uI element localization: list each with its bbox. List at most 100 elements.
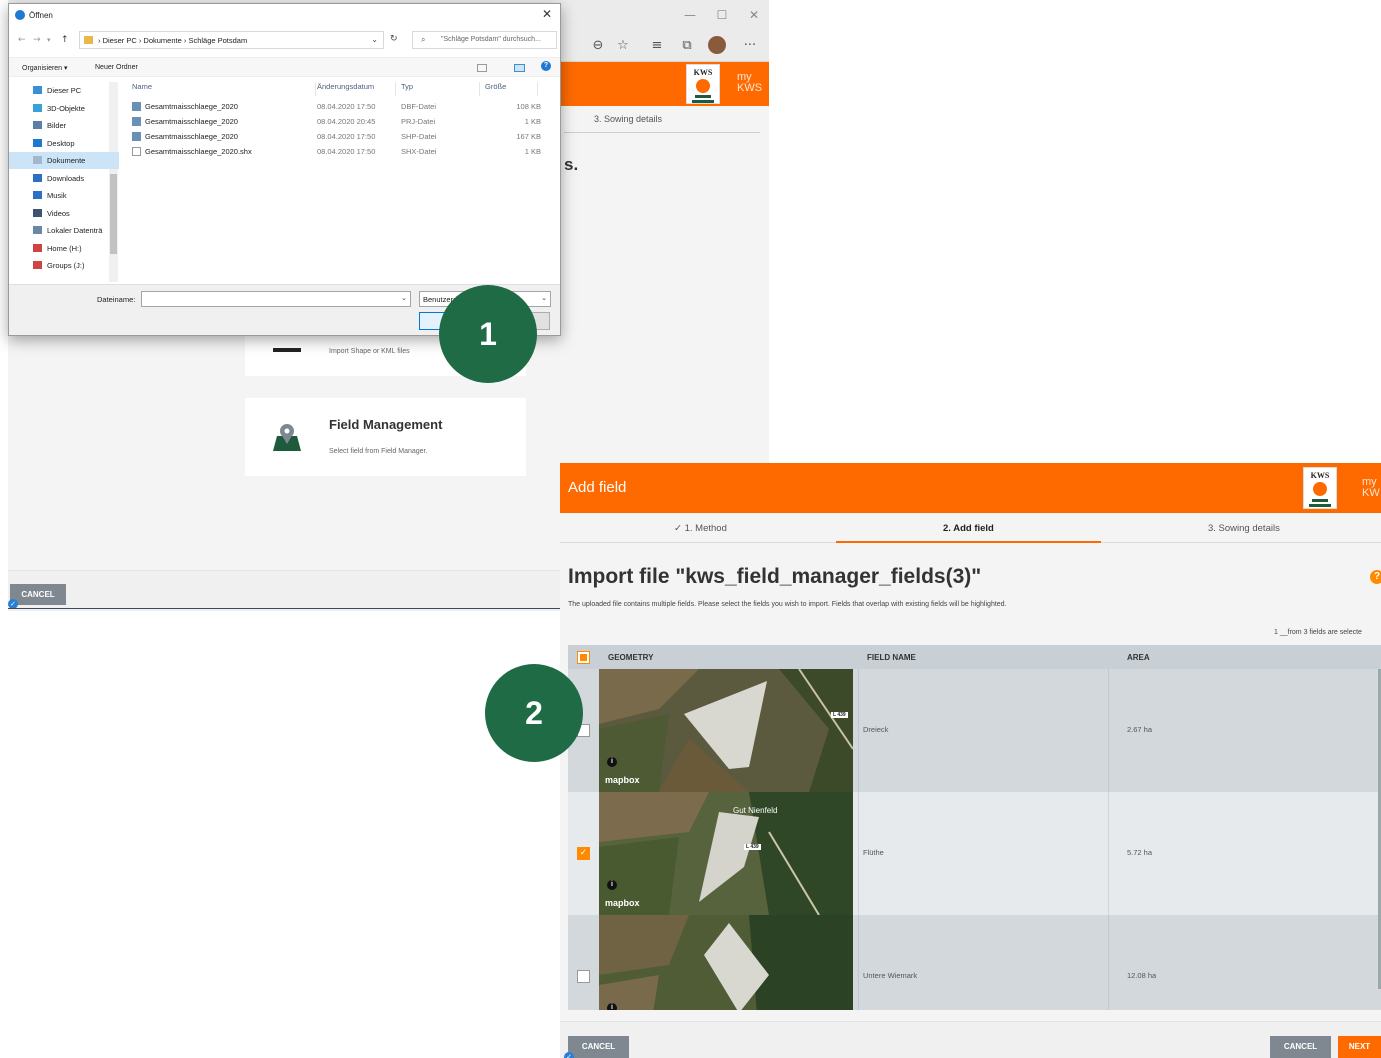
row-checkbox[interactable] xyxy=(577,970,590,983)
file-row[interactable]: Gesamtmaisschlaege_2020 08.04.2020 17:50 S… xyxy=(121,130,551,144)
file-type: DBF-Datei xyxy=(401,102,437,111)
nav-item[interactable]: Musik xyxy=(9,187,119,204)
field-area: 12.08 ha xyxy=(1127,971,1157,980)
nav-item[interactable]: Dieser PC xyxy=(9,82,119,99)
history-dropdown-icon[interactable]: ▾ xyxy=(47,36,51,44)
address-bar[interactable]: › Dieser PC › Dokumente › Schläge Potsda… xyxy=(79,31,384,49)
column-size[interactable]: Größe xyxy=(485,82,506,91)
network-drive-icon xyxy=(33,261,42,269)
profile-avatar[interactable] xyxy=(708,36,726,54)
nav-item[interactable]: Downloads xyxy=(9,170,119,187)
back-icon[interactable]: ← xyxy=(18,35,26,45)
field-geometry-map: i xyxy=(599,915,853,1010)
music-icon xyxy=(33,191,42,199)
chevron-down-icon[interactable]: ⌄ xyxy=(401,294,407,302)
maximize-icon[interactable]: ☐ xyxy=(708,8,736,24)
nav-item[interactable]: Home (H:) xyxy=(9,240,119,257)
my-kws-link[interactable]: my KWS xyxy=(737,72,762,94)
file-row[interactable]: Gesamtmaisschlaege_2020 08.04.2020 17:50 D… xyxy=(121,100,551,114)
table-row[interactable]: L 439 i mapbox Dreieck 2.67 ha xyxy=(568,669,1381,792)
column-type[interactable]: Typ xyxy=(401,82,413,91)
field-name: Dreieck xyxy=(863,725,889,734)
forward-icon[interactable]: → xyxy=(33,35,41,45)
favorites-icon[interactable]: ≡ xyxy=(648,38,666,56)
search-input[interactable]: ⌕ "Schläge Potsdam" durchsuch... xyxy=(412,31,557,49)
step-sowing-details[interactable]: 3. Sowing details xyxy=(594,114,662,124)
file-name: Gesamtmaisschlaege_2020 xyxy=(145,102,238,111)
kws-logo: KWS xyxy=(1303,467,1337,509)
info-icon[interactable]: i xyxy=(607,1003,617,1010)
help-icon[interactable]: ? xyxy=(1370,570,1381,584)
minimize-icon[interactable]: — xyxy=(676,8,704,24)
page-title: Add field xyxy=(568,479,627,496)
import-heading: Import file "kws_field_manager_fields(3)… xyxy=(568,565,982,588)
info-icon[interactable]: i xyxy=(607,880,617,890)
mapbox-logo: mapbox xyxy=(605,775,640,785)
cancel-button[interactable]: CANCEL xyxy=(568,1036,629,1058)
organize-menu[interactable]: Organisieren ▾ xyxy=(22,64,68,72)
kws-logo: KWS xyxy=(686,64,720,104)
close-icon[interactable]: ✕ xyxy=(542,7,552,21)
filename-input[interactable]: ⌄ xyxy=(141,291,411,307)
field-management-card[interactable]: Field Management Select field from Field… xyxy=(245,398,526,476)
row-checkbox[interactable]: ✓ xyxy=(577,847,590,860)
refresh-icon[interactable]: ↻ xyxy=(390,34,398,44)
step-add-field[interactable]: 2. Add field xyxy=(943,523,994,534)
field-area: 5.72 ha xyxy=(1127,848,1153,857)
field-geometry-map: L 439 Gut Nienfeld i mapbox xyxy=(599,792,853,915)
column-date[interactable]: Änderungsdatum xyxy=(317,82,374,91)
file-date: 08.04.2020 17:50 xyxy=(317,147,376,156)
info-icon[interactable]: i xyxy=(607,757,617,767)
column-geometry: GEOMETRY xyxy=(608,653,654,662)
chevron-down-icon[interactable]: ⌄ xyxy=(541,294,547,302)
nav-item-label: Dieser PC xyxy=(47,86,82,95)
step-method[interactable]: ✓ 1. Method xyxy=(674,523,727,534)
collections-icon[interactable]: ⧉ xyxy=(678,38,696,56)
dialog-toolbar: Organisieren ▾ Neuer Ordner xyxy=(9,57,560,77)
cancel-button[interactable]: CANCEL xyxy=(10,584,66,605)
shapefile-icon xyxy=(132,132,141,141)
up-icon[interactable]: ↑ xyxy=(61,35,69,45)
column-name[interactable]: Name xyxy=(132,82,152,91)
nav-item[interactable]: Dokumente xyxy=(9,152,119,169)
nav-item-label: Dokumente xyxy=(47,156,86,165)
step-sowing-details[interactable]: 3. Sowing details xyxy=(1208,523,1280,534)
app-header: Add field KWS my KW xyxy=(560,463,1381,513)
nav-item[interactable]: 3D-Objekte xyxy=(9,100,119,117)
cancel-button-right[interactable]: CANCEL xyxy=(1270,1036,1331,1058)
road-label: L 439 xyxy=(831,712,848,718)
zoom-icon[interactable]: ⊖ xyxy=(589,38,607,56)
new-folder-button[interactable]: Neuer Ordner xyxy=(95,64,138,71)
nav-item[interactable]: Videos xyxy=(9,205,119,222)
nav-item[interactable]: Desktop xyxy=(9,135,119,152)
help-icon[interactable]: ? xyxy=(541,61,551,71)
nav-item[interactable]: Bilder xyxy=(9,117,119,134)
import-card-desc: Import Shape or KML files xyxy=(329,348,410,355)
nav-item[interactable]: Lokaler Datenträ xyxy=(9,222,119,239)
favorite-add-icon[interactable]: ☆ xyxy=(614,38,632,56)
nav-item[interactable]: Groups (J:) xyxy=(9,257,119,274)
table-row[interactable]: i Untere Wiemark 12.08 ha xyxy=(568,915,1381,1010)
file-size: 1 KB xyxy=(524,147,541,156)
next-button[interactable]: NEXT xyxy=(1338,1036,1381,1058)
nav-item-label: 3D-Objekte xyxy=(47,103,85,113)
view-options-icon[interactable] xyxy=(477,64,487,72)
select-all-checkbox[interactable] xyxy=(577,651,590,664)
field-geometry-map: L 439 i mapbox xyxy=(599,669,853,792)
chevron-down-icon[interactable]: ⌄ xyxy=(371,35,378,44)
file-type: SHP-Datei xyxy=(401,132,437,141)
file-row[interactable]: Gesamtmaisschlaege_2020.shx 08.04.2020 17… xyxy=(121,145,551,159)
documents-icon xyxy=(33,156,42,164)
nav-item-label: Bilder xyxy=(47,121,67,130)
file-size: 1 KB xyxy=(524,117,541,126)
close-icon[interactable]: ✕ xyxy=(740,8,768,24)
kws-logo-text: KWS xyxy=(1310,471,1330,480)
table-row[interactable]: ✓ L 439 Gut Nienfeld i mapbox Flüthe 5.7… xyxy=(568,792,1381,915)
dialog-title: Öffnen xyxy=(29,11,53,20)
file-row[interactable]: Gesamtmaisschlaege_2020 08.04.2020 20:45 P… xyxy=(121,115,551,129)
field-name: Untere Wiemark xyxy=(863,971,918,980)
my-kws-link[interactable]: my KW xyxy=(1362,477,1380,499)
preview-pane-icon[interactable] xyxy=(514,64,525,72)
more-icon[interactable]: ··· xyxy=(741,38,759,56)
nav-item-label: Musik xyxy=(47,191,67,200)
